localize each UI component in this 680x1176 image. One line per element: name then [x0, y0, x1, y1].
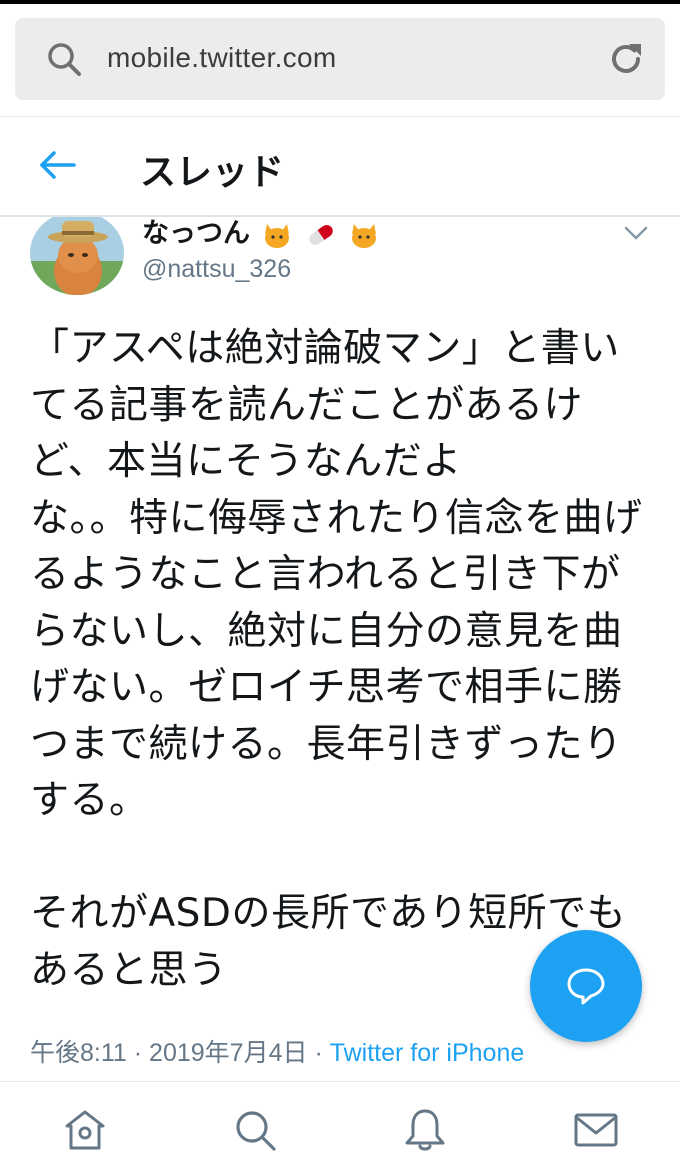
messages-envelope-icon[interactable]	[572, 1106, 620, 1154]
meta-separator: ·	[314, 1039, 323, 1067]
status-top-edge	[0, 0, 680, 4]
author-name-text[interactable]: なっつん	[142, 218, 250, 249]
thread-header: スレッド	[0, 117, 680, 215]
author-display-name[interactable]: なっつん	[142, 217, 380, 250]
reload-icon[interactable]	[607, 40, 645, 78]
browser-url-bar[interactable]: mobile.twitter.com	[15, 18, 665, 100]
reply-fab-button[interactable]	[530, 930, 642, 1042]
tweet-time: 午後8:11	[30, 1039, 127, 1067]
notifications-bell-icon[interactable]	[401, 1106, 449, 1154]
cat-emoji-icon	[352, 223, 377, 248]
search-icon[interactable]	[231, 1106, 279, 1154]
pill-emoji-icon	[309, 224, 333, 245]
meta-separator: ·	[133, 1039, 143, 1067]
author-handle[interactable]: @nattsu_326	[142, 255, 291, 284]
avatar[interactable]	[30, 217, 124, 295]
bottom-navigation	[0, 1082, 680, 1176]
back-arrow-icon[interactable]	[38, 147, 78, 183]
chevron-down-icon[interactable]	[622, 223, 650, 243]
search-icon[interactable]	[45, 40, 83, 78]
home-icon[interactable]	[61, 1106, 109, 1154]
url-text[interactable]: mobile.twitter.com	[107, 42, 336, 74]
tweet-date: 2019年7月4日	[149, 1039, 308, 1067]
tweet-metadata: 午後8:11 · 2019年7月4日 · Twitter for iPhone	[30, 1033, 524, 1069]
cat-emoji-icon	[265, 223, 290, 248]
reply-bubble-icon	[567, 968, 605, 1005]
tweet-text: 「アスペは絶対論破マン」と書いてる記事を読んだことがあるけど、本当にそうなんだよ…	[30, 326, 643, 993]
tweet-source-link[interactable]: Twitter for iPhone	[330, 1039, 525, 1067]
page-title: スレッド	[140, 152, 285, 193]
